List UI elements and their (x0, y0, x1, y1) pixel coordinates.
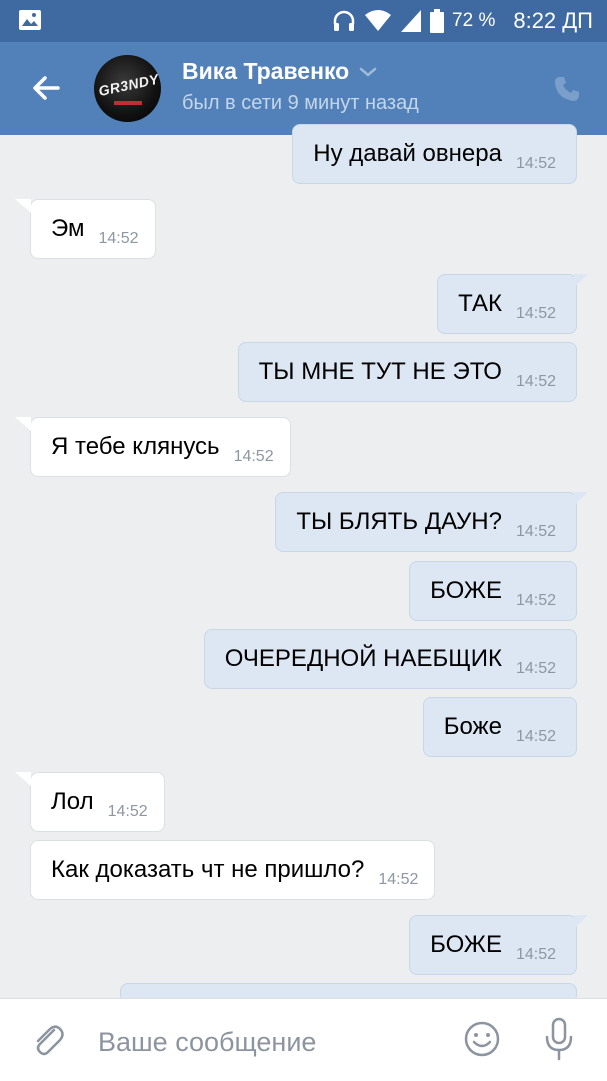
wifi-icon (365, 10, 392, 31)
message-text: Ну давай овнера (313, 140, 502, 167)
bubble-tail (15, 772, 31, 786)
contact-name-label: Вика Травенко (182, 58, 350, 84)
message-outgoing[interactable]: ТЫ БЛЯТЬ ДАУН? 14:52 (275, 492, 588, 552)
message-time: 14:52 (515, 305, 556, 322)
bubble-tail (15, 417, 31, 431)
microphone-icon[interactable] (543, 1017, 575, 1061)
chat-header: GR3NDY Вика Травенко был в сети 9 минут … (0, 42, 607, 135)
avatar[interactable]: GR3NDY (94, 55, 161, 122)
message-time: 14:52 (515, 946, 556, 963)
headphones-icon (333, 10, 355, 31)
back-arrow-icon[interactable] (28, 70, 64, 106)
message-outgoing[interactable]: ТАК 14:52 (437, 274, 588, 334)
contact-name[interactable]: Вика Травенко (182, 58, 377, 85)
message-time: 14:52 (233, 448, 274, 465)
message-time: 14:52 (515, 660, 556, 677)
emoji-icon[interactable] (463, 1020, 501, 1058)
message-time: 14:52 (515, 155, 556, 172)
message-text: Лол (51, 788, 94, 815)
message-text: ТАК (458, 290, 502, 317)
message-text: БОЖЕ (430, 577, 502, 604)
battery-percent: 72 % (452, 10, 496, 31)
last-seen-status: был в сети 9 минут назад (182, 92, 419, 114)
message-time: 14:52 (515, 592, 556, 609)
signal-icon (401, 10, 422, 32)
message-input[interactable] (96, 1021, 440, 1063)
bubble-tail (574, 274, 588, 288)
gallery-notification-icon (19, 10, 41, 30)
message-outgoing[interactable]: ОЧЕРЕДНОЙ НАЕБЩИК 14:52 (203, 629, 577, 689)
message-incoming[interactable]: Эм 14:52 (15, 199, 156, 259)
message-text: Я тебе клянусь (51, 433, 220, 460)
message-incoming[interactable]: Я тебе клянусь 14:52 (15, 417, 291, 477)
avatar-logo-bar (114, 101, 142, 105)
message-text: Как доказать чт не пришло? (51, 856, 365, 883)
message-outgoing[interactable]: БОЖЕ 14:52 (409, 561, 577, 621)
message-incoming[interactable]: Лол 14:52 (15, 772, 165, 832)
message-text: БОЖЕ (430, 931, 502, 958)
clock: 8:22 ДП (513, 8, 593, 33)
bubble-tail (574, 492, 588, 506)
message-text: Эм (51, 215, 85, 242)
bubble-tail (574, 915, 588, 929)
battery-icon (430, 9, 445, 33)
message-time: 14:52 (515, 523, 556, 540)
message-text: ОЧЕРЕДНОЙ НАЕБЩИК (224, 645, 502, 672)
message-outgoing[interactable]: ТЫ МНЕ ТУТ НЕ ЭТО 14:52 (237, 342, 577, 402)
message-outgoing[interactable]: БОЖЕ 14:52 (409, 915, 588, 975)
message-time: 14:52 (98, 230, 139, 247)
message-text: Боже (443, 713, 502, 740)
chevron-down-icon[interactable] (359, 66, 377, 78)
message-incoming[interactable]: Как доказать чт не пришло? 14:52 (30, 840, 436, 900)
message-time: 14:52 (107, 803, 148, 820)
message-text: ТЫ БЛЯТЬ ДАУН? (296, 508, 502, 535)
message-outgoing[interactable]: Ну давай овнера 14:52 (292, 124, 577, 184)
paperclip-icon[interactable] (30, 1021, 66, 1061)
message-text: ТЫ МНЕ ТУТ НЕ ЭТО (258, 358, 502, 385)
avatar-logo-text: GR3NDY (96, 70, 161, 100)
status-bar: 72 % 8:22 ДП (0, 0, 607, 42)
message-outgoing[interactable]: Боже 14:52 (422, 697, 577, 757)
message-composer (0, 998, 607, 1081)
phone-icon[interactable] (552, 74, 582, 104)
message-time: 14:52 (515, 728, 556, 745)
message-time: 14:52 (378, 871, 419, 888)
message-time: 14:52 (515, 373, 556, 390)
bubble-tail (15, 199, 31, 213)
